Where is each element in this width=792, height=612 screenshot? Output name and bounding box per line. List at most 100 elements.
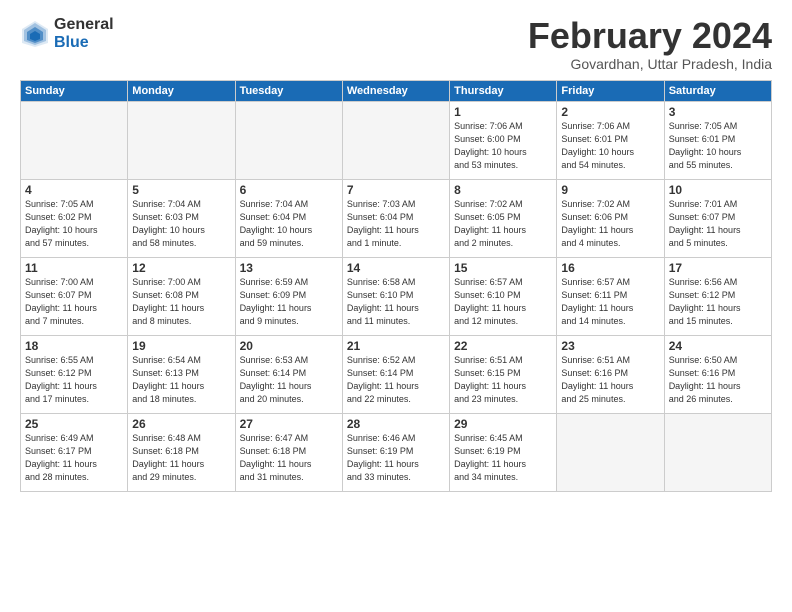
table-row: 19Sunrise: 6:54 AM Sunset: 6:13 PM Dayli… bbox=[128, 335, 235, 413]
table-row: 17Sunrise: 6:56 AM Sunset: 6:12 PM Dayli… bbox=[664, 257, 771, 335]
table-row: 10Sunrise: 7:01 AM Sunset: 6:07 PM Dayli… bbox=[664, 179, 771, 257]
table-row: 9Sunrise: 7:02 AM Sunset: 6:06 PM Daylig… bbox=[557, 179, 664, 257]
day-number: 3 bbox=[669, 105, 767, 119]
table-row: 7Sunrise: 7:03 AM Sunset: 6:04 PM Daylig… bbox=[342, 179, 449, 257]
day-info: Sunrise: 7:02 AM Sunset: 6:05 PM Dayligh… bbox=[454, 198, 552, 250]
day-number: 22 bbox=[454, 339, 552, 353]
logo-icon bbox=[20, 19, 50, 49]
header: General Blue February 2024 Govardhan, Ut… bbox=[20, 16, 772, 72]
day-number: 7 bbox=[347, 183, 445, 197]
page: General Blue February 2024 Govardhan, Ut… bbox=[0, 0, 792, 612]
table-row: 14Sunrise: 6:58 AM Sunset: 6:10 PM Dayli… bbox=[342, 257, 449, 335]
day-info: Sunrise: 6:51 AM Sunset: 6:15 PM Dayligh… bbox=[454, 354, 552, 406]
table-row: 28Sunrise: 6:46 AM Sunset: 6:19 PM Dayli… bbox=[342, 413, 449, 491]
table-row: 24Sunrise: 6:50 AM Sunset: 6:16 PM Dayli… bbox=[664, 335, 771, 413]
day-number: 10 bbox=[669, 183, 767, 197]
day-number: 24 bbox=[669, 339, 767, 353]
table-row: 15Sunrise: 6:57 AM Sunset: 6:10 PM Dayli… bbox=[450, 257, 557, 335]
table-row: 8Sunrise: 7:02 AM Sunset: 6:05 PM Daylig… bbox=[450, 179, 557, 257]
day-number: 12 bbox=[132, 261, 230, 275]
day-info: Sunrise: 6:58 AM Sunset: 6:10 PM Dayligh… bbox=[347, 276, 445, 328]
day-number: 18 bbox=[25, 339, 123, 353]
calendar-week-row: 18Sunrise: 6:55 AM Sunset: 6:12 PM Dayli… bbox=[21, 335, 772, 413]
subtitle: Govardhan, Uttar Pradesh, India bbox=[528, 56, 772, 72]
day-info: Sunrise: 7:06 AM Sunset: 6:00 PM Dayligh… bbox=[454, 120, 552, 172]
day-info: Sunrise: 7:00 AM Sunset: 6:08 PM Dayligh… bbox=[132, 276, 230, 328]
day-number: 23 bbox=[561, 339, 659, 353]
day-info: Sunrise: 6:46 AM Sunset: 6:19 PM Dayligh… bbox=[347, 432, 445, 484]
col-monday: Monday bbox=[128, 80, 235, 101]
day-info: Sunrise: 6:57 AM Sunset: 6:11 PM Dayligh… bbox=[561, 276, 659, 328]
day-info: Sunrise: 6:56 AM Sunset: 6:12 PM Dayligh… bbox=[669, 276, 767, 328]
table-row bbox=[342, 101, 449, 179]
day-info: Sunrise: 6:57 AM Sunset: 6:10 PM Dayligh… bbox=[454, 276, 552, 328]
table-row bbox=[235, 101, 342, 179]
table-row: 20Sunrise: 6:53 AM Sunset: 6:14 PM Dayli… bbox=[235, 335, 342, 413]
day-number: 25 bbox=[25, 417, 123, 431]
table-row: 18Sunrise: 6:55 AM Sunset: 6:12 PM Dayli… bbox=[21, 335, 128, 413]
col-wednesday: Wednesday bbox=[342, 80, 449, 101]
day-number: 15 bbox=[454, 261, 552, 275]
col-thursday: Thursday bbox=[450, 80, 557, 101]
day-number: 13 bbox=[240, 261, 338, 275]
day-number: 2 bbox=[561, 105, 659, 119]
day-number: 17 bbox=[669, 261, 767, 275]
day-number: 20 bbox=[240, 339, 338, 353]
table-row: 16Sunrise: 6:57 AM Sunset: 6:11 PM Dayli… bbox=[557, 257, 664, 335]
logo-text: General Blue bbox=[54, 16, 114, 51]
day-info: Sunrise: 7:05 AM Sunset: 6:01 PM Dayligh… bbox=[669, 120, 767, 172]
day-number: 14 bbox=[347, 261, 445, 275]
day-number: 19 bbox=[132, 339, 230, 353]
logo: General Blue bbox=[20, 16, 114, 51]
logo-blue-text: Blue bbox=[54, 34, 114, 52]
day-number: 21 bbox=[347, 339, 445, 353]
table-row: 3Sunrise: 7:05 AM Sunset: 6:01 PM Daylig… bbox=[664, 101, 771, 179]
col-tuesday: Tuesday bbox=[235, 80, 342, 101]
col-sunday: Sunday bbox=[21, 80, 128, 101]
table-row bbox=[557, 413, 664, 491]
calendar-week-row: 11Sunrise: 7:00 AM Sunset: 6:07 PM Dayli… bbox=[21, 257, 772, 335]
table-row: 26Sunrise: 6:48 AM Sunset: 6:18 PM Dayli… bbox=[128, 413, 235, 491]
table-row: 6Sunrise: 7:04 AM Sunset: 6:04 PM Daylig… bbox=[235, 179, 342, 257]
day-info: Sunrise: 6:59 AM Sunset: 6:09 PM Dayligh… bbox=[240, 276, 338, 328]
day-info: Sunrise: 7:06 AM Sunset: 6:01 PM Dayligh… bbox=[561, 120, 659, 172]
table-row: 4Sunrise: 7:05 AM Sunset: 6:02 PM Daylig… bbox=[21, 179, 128, 257]
table-row: 11Sunrise: 7:00 AM Sunset: 6:07 PM Dayli… bbox=[21, 257, 128, 335]
table-row: 13Sunrise: 6:59 AM Sunset: 6:09 PM Dayli… bbox=[235, 257, 342, 335]
table-row bbox=[664, 413, 771, 491]
table-row: 5Sunrise: 7:04 AM Sunset: 6:03 PM Daylig… bbox=[128, 179, 235, 257]
day-info: Sunrise: 6:50 AM Sunset: 6:16 PM Dayligh… bbox=[669, 354, 767, 406]
table-row: 21Sunrise: 6:52 AM Sunset: 6:14 PM Dayli… bbox=[342, 335, 449, 413]
day-info: Sunrise: 6:54 AM Sunset: 6:13 PM Dayligh… bbox=[132, 354, 230, 406]
day-number: 1 bbox=[454, 105, 552, 119]
day-info: Sunrise: 7:03 AM Sunset: 6:04 PM Dayligh… bbox=[347, 198, 445, 250]
table-row: 23Sunrise: 6:51 AM Sunset: 6:16 PM Dayli… bbox=[557, 335, 664, 413]
day-info: Sunrise: 6:48 AM Sunset: 6:18 PM Dayligh… bbox=[132, 432, 230, 484]
day-info: Sunrise: 6:45 AM Sunset: 6:19 PM Dayligh… bbox=[454, 432, 552, 484]
day-info: Sunrise: 6:53 AM Sunset: 6:14 PM Dayligh… bbox=[240, 354, 338, 406]
day-number: 6 bbox=[240, 183, 338, 197]
logo-general-text: General bbox=[54, 16, 114, 34]
calendar-week-row: 4Sunrise: 7:05 AM Sunset: 6:02 PM Daylig… bbox=[21, 179, 772, 257]
day-number: 8 bbox=[454, 183, 552, 197]
calendar-header-row: Sunday Monday Tuesday Wednesday Thursday… bbox=[21, 80, 772, 101]
day-info: Sunrise: 6:47 AM Sunset: 6:18 PM Dayligh… bbox=[240, 432, 338, 484]
day-number: 4 bbox=[25, 183, 123, 197]
table-row: 12Sunrise: 7:00 AM Sunset: 6:08 PM Dayli… bbox=[128, 257, 235, 335]
day-info: Sunrise: 7:01 AM Sunset: 6:07 PM Dayligh… bbox=[669, 198, 767, 250]
day-number: 9 bbox=[561, 183, 659, 197]
day-info: Sunrise: 7:00 AM Sunset: 6:07 PM Dayligh… bbox=[25, 276, 123, 328]
table-row: 27Sunrise: 6:47 AM Sunset: 6:18 PM Dayli… bbox=[235, 413, 342, 491]
day-number: 26 bbox=[132, 417, 230, 431]
day-info: Sunrise: 6:51 AM Sunset: 6:16 PM Dayligh… bbox=[561, 354, 659, 406]
calendar-week-row: 25Sunrise: 6:49 AM Sunset: 6:17 PM Dayli… bbox=[21, 413, 772, 491]
day-info: Sunrise: 7:05 AM Sunset: 6:02 PM Dayligh… bbox=[25, 198, 123, 250]
day-number: 27 bbox=[240, 417, 338, 431]
day-number: 29 bbox=[454, 417, 552, 431]
table-row: 22Sunrise: 6:51 AM Sunset: 6:15 PM Dayli… bbox=[450, 335, 557, 413]
table-row bbox=[128, 101, 235, 179]
col-friday: Friday bbox=[557, 80, 664, 101]
day-number: 5 bbox=[132, 183, 230, 197]
day-number: 28 bbox=[347, 417, 445, 431]
table-row: 2Sunrise: 7:06 AM Sunset: 6:01 PM Daylig… bbox=[557, 101, 664, 179]
